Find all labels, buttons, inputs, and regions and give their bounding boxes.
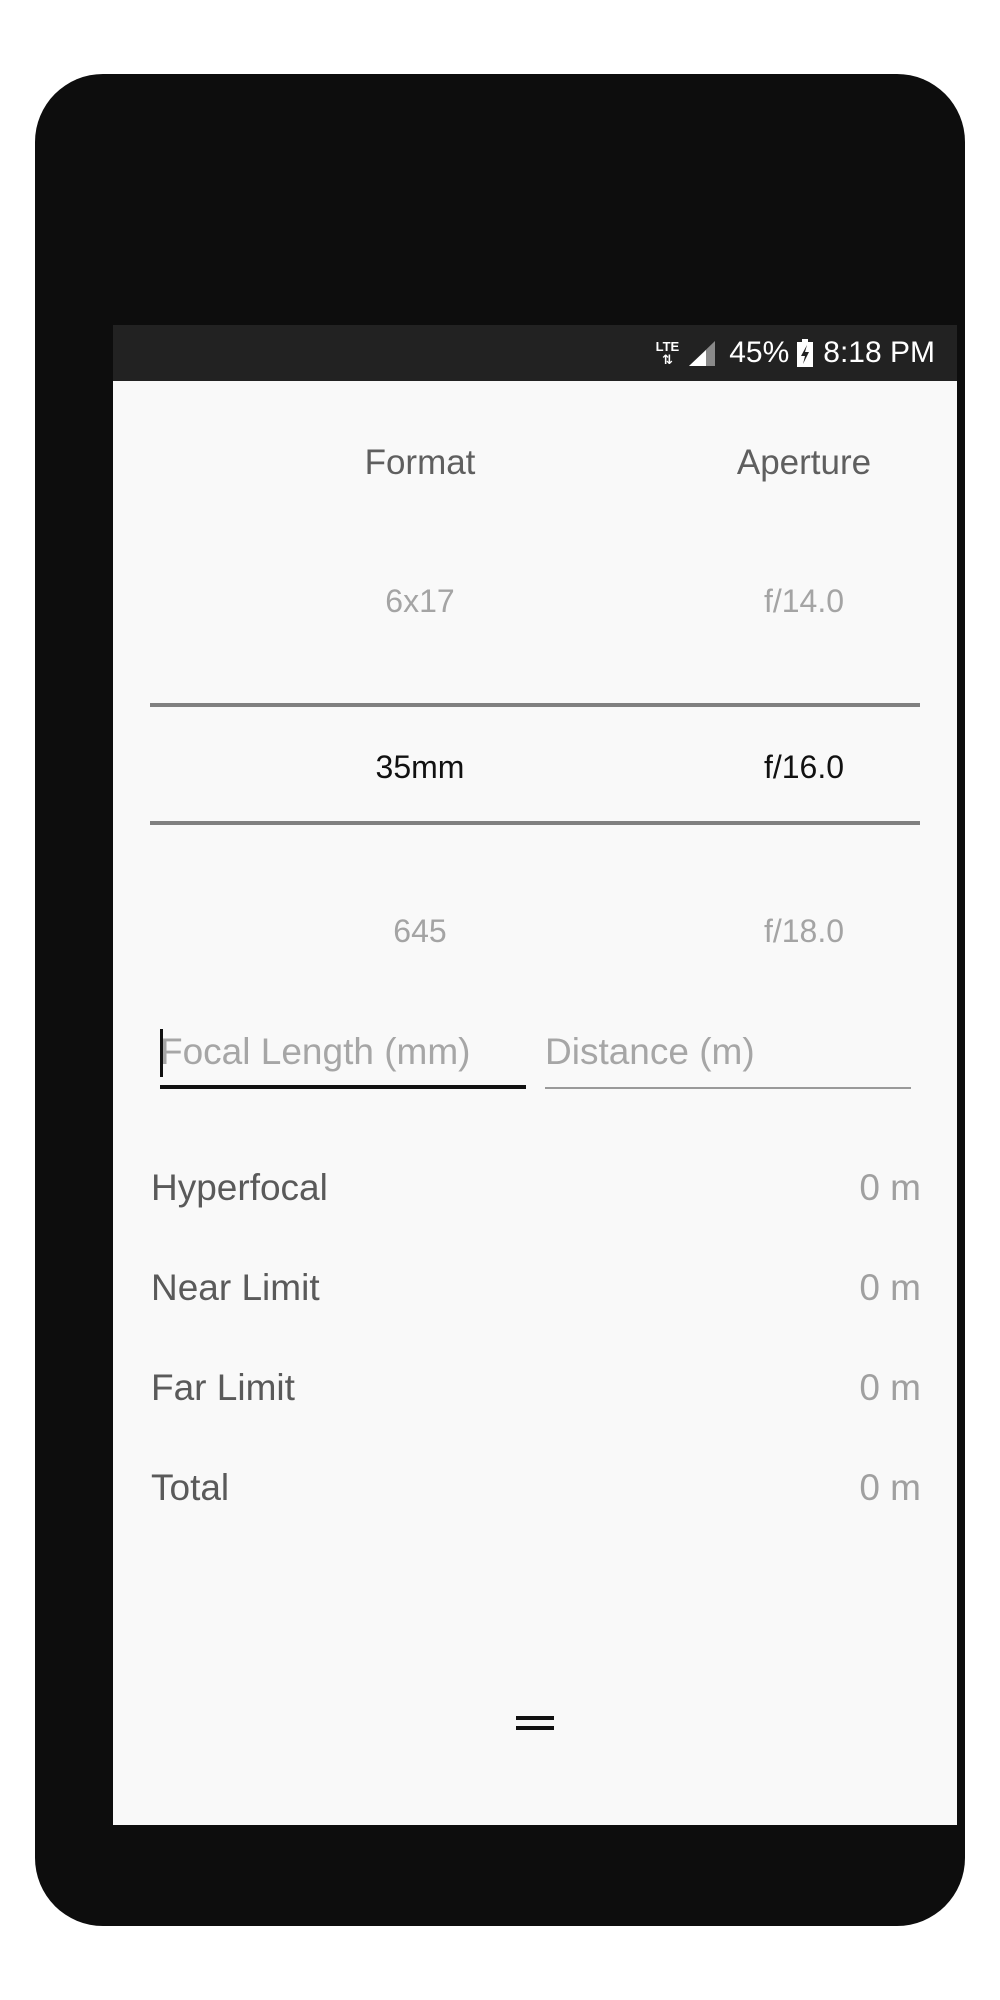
result-label: Near Limit — [151, 1267, 320, 1308]
result-value: 0 m — [859, 1367, 921, 1408]
handle-bar — [516, 1726, 554, 1730]
result-value: 0 m — [859, 1467, 921, 1508]
aperture-option-selected[interactable]: f/16.0 — [654, 749, 954, 786]
aperture-header: Aperture — [736, 443, 872, 482]
app-screen: LTE ⇅ 45% 8:18 PM Format 6x17 35mm 645 Ap… — [113, 325, 957, 1825]
battery-percent: 45% — [729, 336, 790, 369]
format-option-above[interactable]: 6x17 — [270, 583, 570, 620]
result-value: 0 m — [859, 1167, 921, 1208]
focal-length-placeholder: Focal Length (mm) — [160, 1031, 471, 1072]
lte-indicator: LTE ⇅ — [655, 339, 680, 367]
battery-charging-icon — [797, 339, 814, 367]
result-row-total: Total 0 m — [151, 1467, 921, 1517]
aperture-option-below[interactable]: f/18.0 — [654, 913, 954, 950]
result-value: 0 m — [859, 1267, 921, 1308]
result-row-near-limit: Near Limit 0 m — [151, 1267, 921, 1317]
result-label: Far Limit — [151, 1367, 295, 1408]
handle-bar — [516, 1716, 554, 1720]
signal-icon — [689, 341, 716, 366]
picker-selection-bottom-divider — [150, 821, 920, 825]
focal-length-input[interactable]: Focal Length (mm) — [160, 1023, 526, 1089]
text-caret — [160, 1029, 163, 1077]
distance-input[interactable]: Distance (m) — [545, 1023, 911, 1089]
result-row-hyperfocal: Hyperfocal 0 m — [151, 1167, 921, 1217]
status-time: 8:18 PM — [823, 336, 935, 369]
picker-selection-top-divider — [150, 703, 920, 707]
aperture-option-above[interactable]: f/14.0 — [654, 583, 954, 620]
drag-handle-icon[interactable] — [516, 1716, 554, 1736]
format-option-below[interactable]: 645 — [270, 913, 570, 950]
format-option-selected[interactable]: 35mm — [270, 749, 570, 786]
distance-placeholder: Distance (m) — [545, 1031, 755, 1072]
result-label: Total — [151, 1467, 230, 1508]
format-header: Format — [364, 443, 476, 482]
network-type: LTE — [655, 339, 680, 354]
phone-frame: LTE ⇅ 45% 8:18 PM Format 6x17 35mm 645 Ap… — [35, 74, 965, 1926]
result-label: Hyperfocal — [151, 1167, 328, 1208]
status-bar: LTE ⇅ 45% 8:18 PM — [113, 325, 957, 381]
result-row-far-limit: Far Limit 0 m — [151, 1367, 921, 1417]
